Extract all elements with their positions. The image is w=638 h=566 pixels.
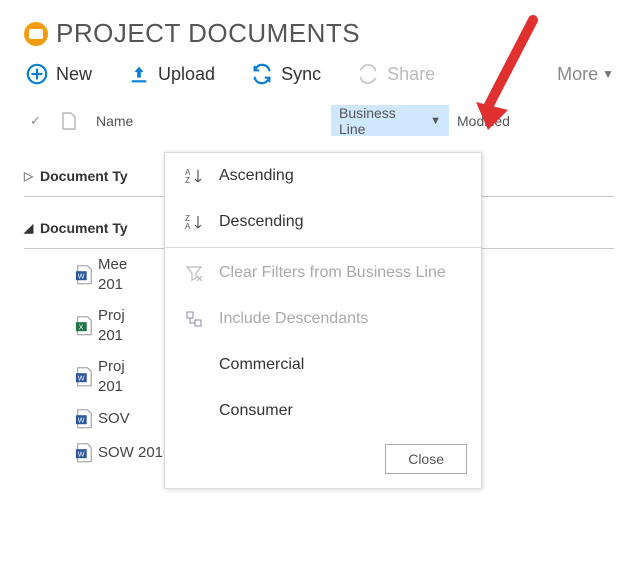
- separator: [165, 247, 481, 248]
- file-type-icon: W: [70, 264, 98, 286]
- sync-label: Sync: [281, 64, 321, 85]
- upload-button[interactable]: Upload: [128, 63, 215, 85]
- file-type-column: [62, 112, 96, 130]
- collapse-icon: ◢: [24, 221, 40, 235]
- svg-text:W: W: [78, 373, 85, 382]
- column-header-row: ✓ Name Business Line ▼ Modified: [24, 105, 614, 137]
- caret-down-icon: ▼: [430, 115, 441, 127]
- sort-desc-icon: ZA: [183, 213, 205, 231]
- sort-asc-icon: AZ: [183, 167, 205, 185]
- chevron-down-icon: ▼: [602, 67, 614, 81]
- group-label: Document Ty: [40, 168, 128, 184]
- upload-icon: [128, 63, 150, 85]
- svg-text:W: W: [78, 415, 85, 424]
- svg-text:X: X: [79, 322, 84, 331]
- filter-option-consumer[interactable]: Consumer: [165, 388, 481, 434]
- tree-icon: [183, 310, 205, 328]
- modified-column-header[interactable]: Modified: [449, 113, 539, 129]
- sync-button[interactable]: Sync: [251, 63, 321, 85]
- expand-icon: ▷: [24, 169, 40, 183]
- group-label: Document Ty: [40, 220, 128, 236]
- file-type-icon: W: [70, 442, 98, 464]
- more-label: More: [557, 64, 598, 85]
- close-button[interactable]: Close: [385, 444, 467, 474]
- sort-descending[interactable]: ZA Descending: [165, 199, 481, 245]
- include-descendants: Include Descendants: [165, 296, 481, 342]
- name-column-header[interactable]: Name: [96, 113, 331, 129]
- clear-filters: Clear Filters from Business Line: [165, 250, 481, 296]
- filter-option-commercial[interactable]: Commercial: [165, 342, 481, 388]
- share-label: Share: [387, 64, 435, 85]
- new-label: New: [56, 64, 92, 85]
- sort-desc-label: Descending: [219, 213, 304, 231]
- folder-icon: [24, 22, 48, 46]
- sort-asc-label: Ascending: [219, 167, 294, 185]
- page-title: PROJECT DOCUMENTS: [56, 18, 360, 49]
- business-line-column-header[interactable]: Business Line ▼: [331, 105, 449, 136]
- file-type-icon: W: [70, 366, 98, 388]
- svg-text:Z: Z: [185, 176, 190, 185]
- funnel-clear-icon: [183, 264, 205, 282]
- svg-text:W: W: [78, 449, 85, 458]
- plus-icon: [26, 63, 48, 85]
- filter-option-label: Consumer: [219, 402, 293, 420]
- file-type-icon: X: [70, 315, 98, 337]
- sync-icon: [251, 63, 273, 85]
- upload-label: Upload: [158, 64, 215, 85]
- share-icon: [357, 63, 379, 85]
- filter-option-label: Commercial: [219, 356, 304, 374]
- toolbar: New Upload Sync Share More ▼: [24, 63, 614, 85]
- column-filter-dropdown: AZ Ascending ZA Descending Clear Filters…: [164, 152, 482, 489]
- more-button[interactable]: More ▼: [557, 64, 614, 85]
- business-line-column-label: Business Line: [339, 105, 424, 137]
- share-button[interactable]: Share: [357, 63, 435, 85]
- new-button[interactable]: New: [26, 63, 92, 85]
- file-type-icon: W: [70, 408, 98, 430]
- include-descendants-label: Include Descendants: [219, 310, 368, 328]
- svg-text:W: W: [78, 271, 85, 280]
- select-all-checkbox[interactable]: ✓: [30, 113, 62, 129]
- clear-filters-label: Clear Filters from Business Line: [219, 264, 446, 282]
- svg-text:A: A: [185, 222, 191, 231]
- page-header: PROJECT DOCUMENTS: [24, 18, 614, 49]
- sort-ascending[interactable]: AZ Ascending: [165, 153, 481, 199]
